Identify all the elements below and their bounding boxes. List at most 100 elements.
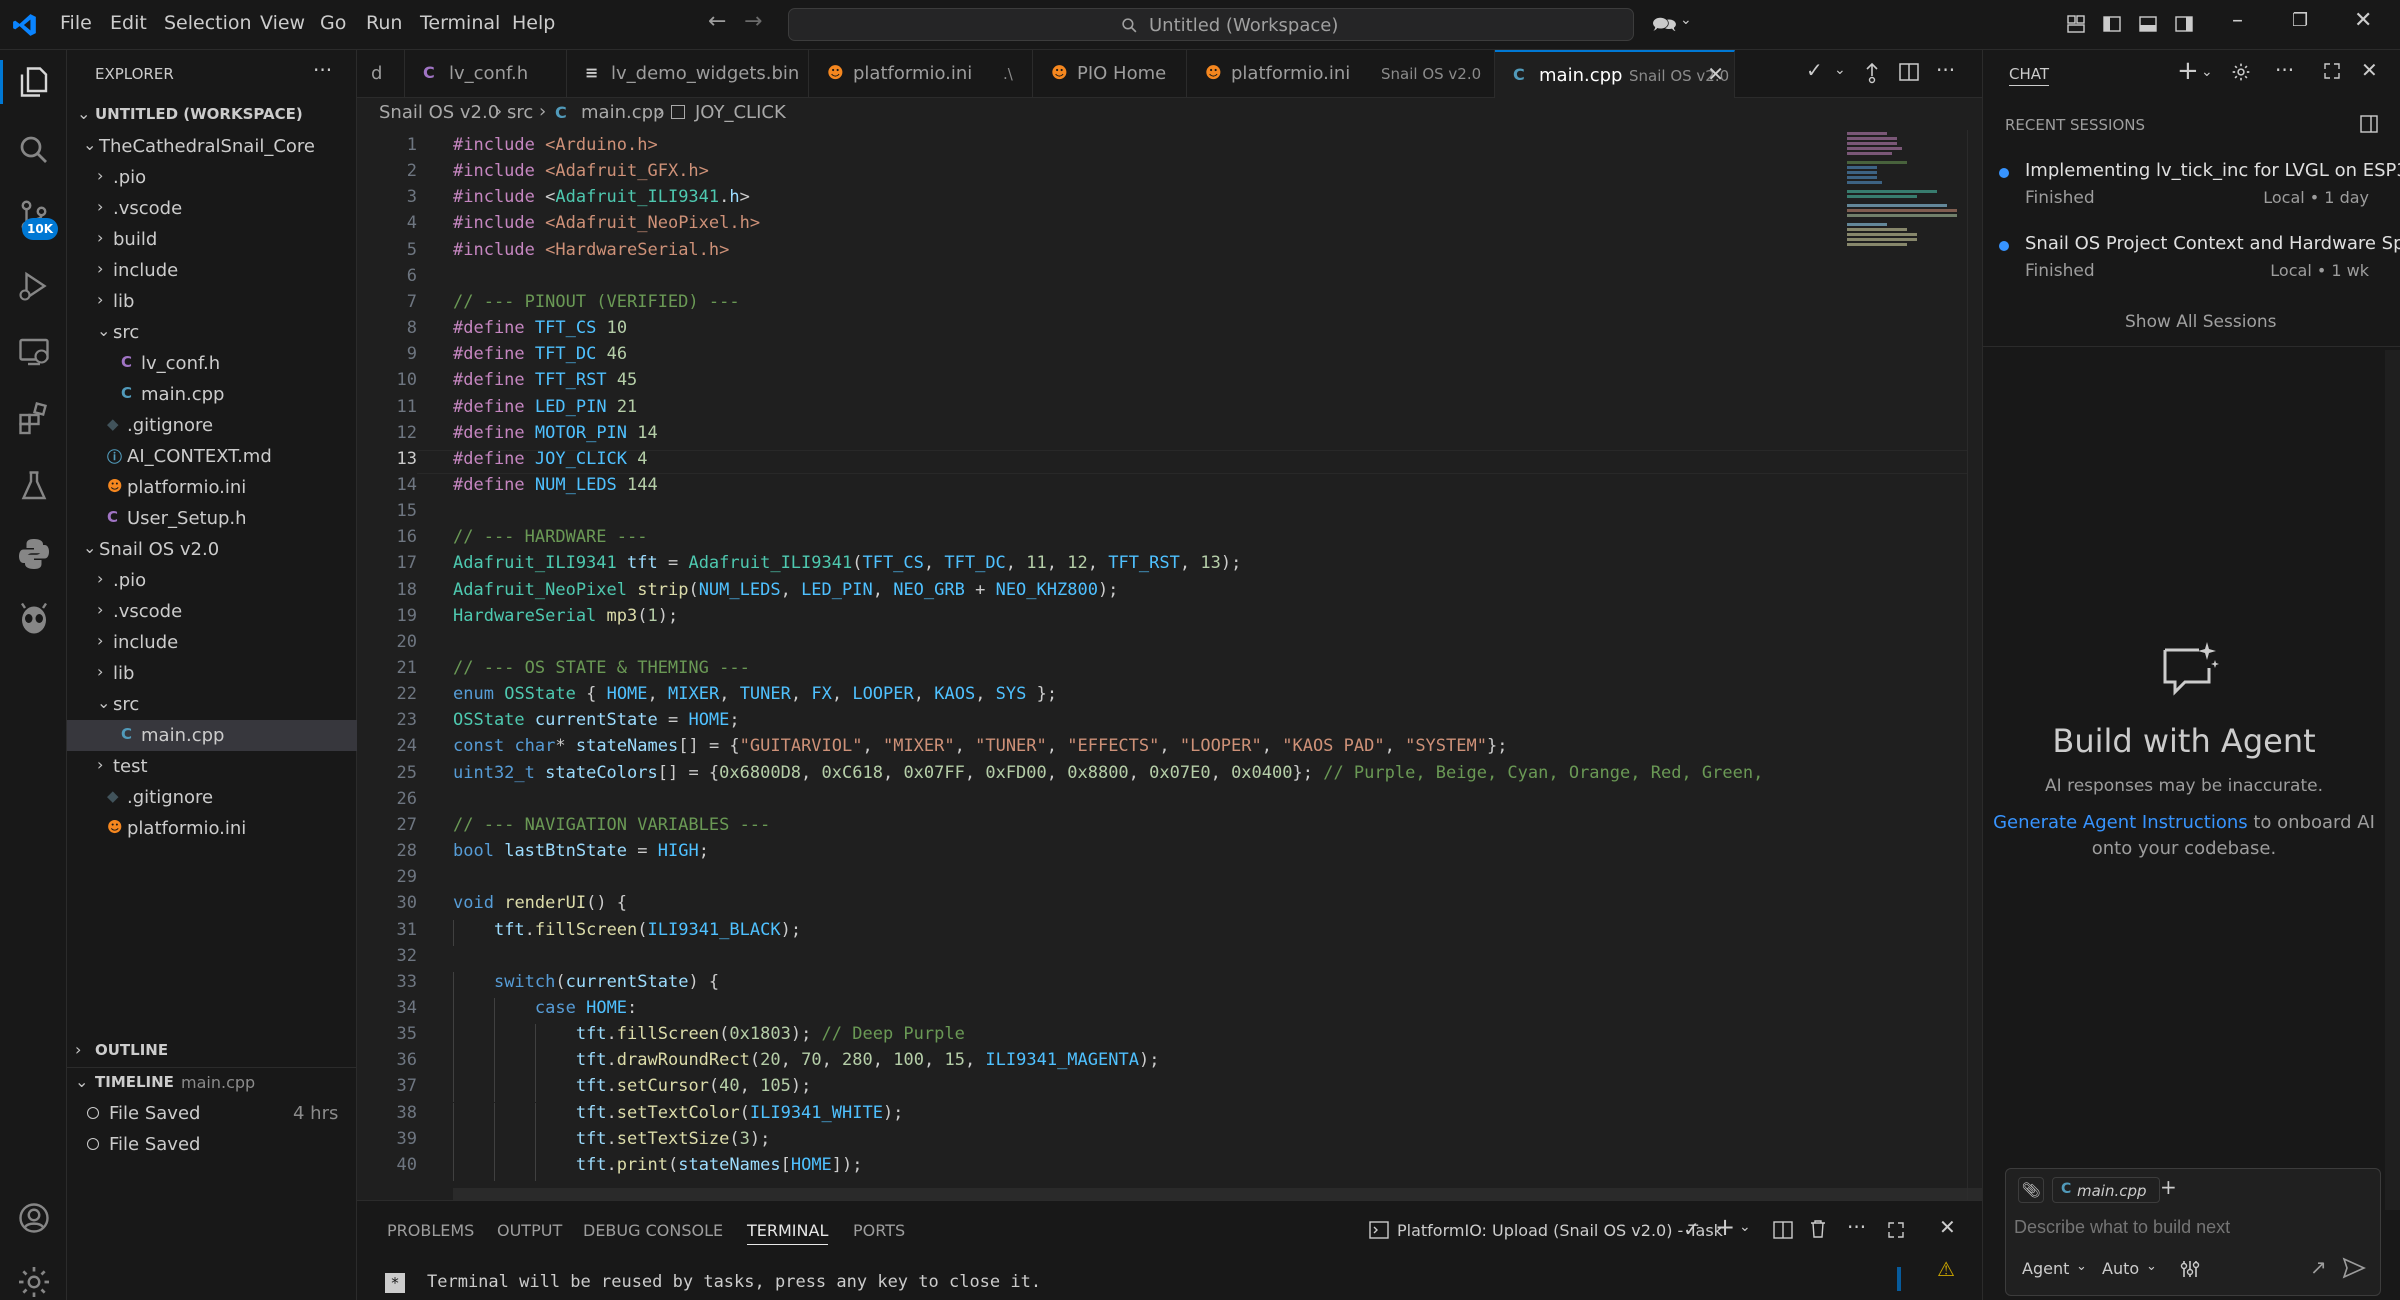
menu-terminal[interactable]: Terminal [420,12,500,34]
chevron-down-icon[interactable]: ⌄ [2076,1259,2087,1274]
breadcrumb-folder[interactable]: Snail OS v2.0 [379,102,499,123]
editor-tab[interactable]: Cmain.cppSnail OS v2.0 • src✕ [1495,50,1735,98]
code-line[interactable]: tft.print(stateNames[HOME]); [453,1155,863,1175]
panel-tab-debug-console[interactable]: DEBUG CONSOLE [583,1221,723,1240]
code-line[interactable]: #define TFT_RST 45 [453,370,637,390]
model-picker[interactable]: Auto [2102,1259,2139,1278]
code-line[interactable]: tft.fillScreen(0x1803); // Deep Purple [453,1024,965,1044]
show-all-sessions-link[interactable]: Show All Sessions [2125,312,2276,332]
code-line[interactable]: // --- NAVIGATION VARIABLES --- [453,815,770,835]
split-editor-icon[interactable] [1898,62,1920,82]
more-actions-icon[interactable]: ··· [313,58,332,82]
terminal-task-name[interactable]: PlatformIO: Upload (Snail OS v2.0) - Tas… [1397,1221,1723,1240]
file-item[interactable]: Cmain.cpp [67,379,357,410]
workspace-root[interactable]: ⌄ UNTITLED (WORKSPACE) [67,100,357,131]
testing-flask-icon[interactable] [16,468,52,504]
file-item[interactable]: ⓘ AI_CONTEXT.md [67,441,357,472]
folder-item[interactable]: ⌄ TheCathedralSnail_Core [67,131,357,162]
customize-layout-icon[interactable] [2066,14,2086,34]
code-line[interactable]: #define MOTOR_PIN 14 [453,423,658,443]
breadcrumb-src[interactable]: src [507,102,533,123]
editor-tab[interactable]: ≡ lv_demo_widgets.bin [567,50,809,98]
panel-tab-output[interactable]: OUTPUT [497,1221,562,1240]
folder-item[interactable]: › .vscode [67,596,357,627]
restore-button[interactable]: ❐ [2292,10,2308,31]
file-item[interactable]: ◆ .gitignore [67,782,357,813]
code-line[interactable]: #include <Adafruit_ILI9341.h> [453,187,750,207]
menu-file[interactable]: File [60,12,92,34]
context-file-chip[interactable]: C main.cpp [2052,1177,2160,1203]
send-icon[interactable] [2342,1257,2366,1279]
chat-session-item[interactable]: Implementing lv_tick_inc for LVGL on ESP… [1983,158,2400,222]
search-view-icon[interactable] [16,132,52,168]
panel-more-actions-icon[interactable]: ··· [1847,1215,1866,1239]
folder-item[interactable]: ⌄ src [67,689,357,720]
accounts-icon[interactable] [16,1200,52,1236]
file-item[interactable]: ☻ platformio.ini [67,813,357,844]
code-line[interactable]: // --- HARDWARE --- [453,527,647,547]
extensions-icon[interactable] [16,400,52,436]
code-line[interactable]: #include <Arduino.h> [453,135,658,155]
folder-item[interactable]: › build [67,224,357,255]
minimize-button[interactable]: – [2232,8,2243,33]
close-window-button[interactable]: ✕ [2354,8,2372,33]
python-icon[interactable] [16,536,52,572]
menu-view[interactable]: View [260,12,305,34]
code-line[interactable]: #define LED_PIN 21 [453,397,637,417]
menu-edit[interactable]: Edit [110,12,147,34]
chevron-down-icon[interactable]: ⌄ [2146,1259,2157,1274]
settings-gear-icon[interactable] [16,1264,52,1300]
remote-explorer-icon[interactable] [16,334,52,370]
commit-check-icon[interactable]: ✓ [1806,58,1823,82]
panel-tab-problems[interactable]: PROBLEMS [387,1221,474,1240]
menu-run[interactable]: Run [366,12,402,34]
folder-item[interactable]: ⌄ Snail OS v2.0 [67,534,357,565]
menu-selection[interactable]: Selection [164,12,252,34]
folder-item[interactable]: › test [67,751,357,782]
file-item[interactable]: ☻ platformio.ini [67,472,357,503]
copilot-chat-icon[interactable]: 🗪 [1652,10,1677,44]
panel-tab-ports[interactable]: PORTS [853,1221,905,1240]
run-debug-icon[interactable] [16,268,52,304]
chevron-down-icon[interactable]: ⌄ [2201,64,2213,80]
close-chat-icon[interactable]: ✕ [2361,58,2378,82]
folder-item[interactable]: › lib [67,286,357,317]
timeline-section[interactable]: ⌄ TIMELINE main.cpp [67,1067,357,1098]
code-line[interactable]: #define TFT_CS 10 [453,318,627,338]
code-line[interactable]: #include <Adafruit_NeoPixel.h> [453,213,760,233]
code-line[interactable]: #define NUM_LEDS 144 [453,475,658,495]
new-terminal-icon[interactable]: + [1715,1213,1735,1241]
toggle-secondary-sidebar-icon[interactable] [2174,14,2194,34]
explorer-icon[interactable] [16,64,52,100]
attach-context-icon[interactable]: 📎︎ [2018,1177,2044,1203]
terminal-output[interactable]: Terminal will be reused by tasks, press … [427,1272,1041,1292]
command-center-search[interactable]: Untitled (Workspace) [788,8,1634,41]
code-line[interactable]: tft.setTextColor(ILI9341_WHITE); [453,1103,904,1123]
vertical-scrollbar[interactable] [1967,130,1982,1200]
toggle-primary-sidebar-icon[interactable] [2102,14,2122,34]
chat-session-item[interactable]: Snail OS Project Context and Hardware Sp… [1983,231,2400,295]
close-panel-icon[interactable]: ✕ [1939,1215,1956,1239]
code-line[interactable]: Adafruit_NeoPixel strip(NUM_LEDS, LED_PI… [453,580,1118,600]
back-arrow-icon[interactable]: ← [708,9,726,34]
split-terminal-icon[interactable] [1773,1221,1793,1239]
breadcrumb-file[interactable]: main.cpp [581,102,664,123]
forward-arrow-icon[interactable]: → [744,9,762,34]
generate-instructions-link[interactable]: Generate Agent Instructions [1993,812,2248,833]
editor-tab[interactable]: ☻ platformio.ini Snail OS v2.0 [1187,50,1495,98]
editor-tab[interactable]: ☻ platformio.ini .\ [809,50,1033,98]
add-context-icon[interactable]: + [2160,1175,2177,1199]
timeline-item[interactable]: File Saved 4 hrs [67,1098,357,1129]
kill-terminal-trash-icon[interactable] [1809,1219,1827,1239]
code-editor[interactable]: 1 #include <Arduino.h> 2 #include <Adafruit… [357,130,1982,1200]
folder-item[interactable]: › .pio [67,162,357,193]
code-line[interactable]: tft.setTextSize(3); [453,1129,771,1149]
chevron-down-icon[interactable]: ⌄ [1680,12,1692,28]
chevron-down-icon[interactable]: ⌄ [1739,1219,1751,1235]
code-line[interactable]: bool lastBtnState = HIGH; [453,841,709,861]
chat-scrollbar[interactable] [2385,350,2400,1210]
panel-tab-terminal[interactable]: TERMINAL [747,1221,829,1245]
tools-icon[interactable] [2180,1259,2200,1279]
code-line[interactable]: const char* stateNames[] = {"GUITARVIOL"… [453,736,1507,756]
chat-more-actions-icon[interactable]: ··· [2275,58,2294,82]
